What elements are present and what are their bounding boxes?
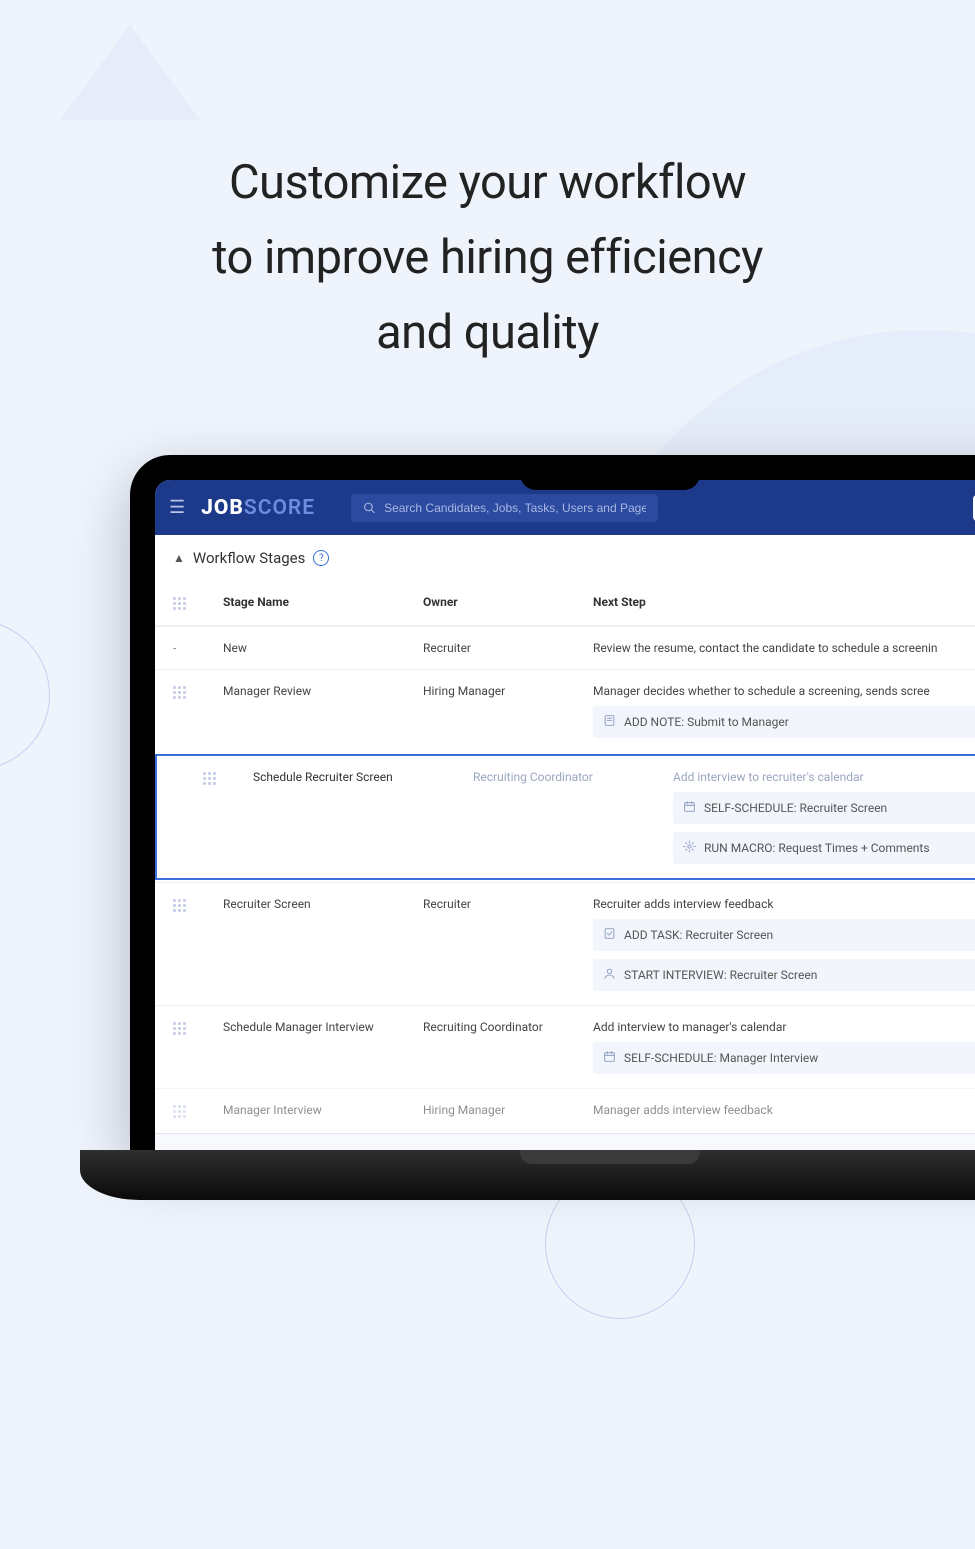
action-label: RUN MACRO: Request Times + Comments [704,841,930,855]
next-step-text: Manager adds interview feedback [593,1103,975,1117]
stage-name: Schedule Recruiter Screen [253,770,473,784]
table-row[interactable]: Manager ReviewHiring ManagerManager deci… [155,669,975,752]
workflow-action[interactable]: START INTERVIEW: Recruiter Screen [593,959,975,991]
stage-owner: Hiring Manager [423,1103,593,1117]
workflow-action[interactable]: RUN MACRO: Request Times + Comments [673,832,975,864]
hero-line-3: and quality [376,305,599,360]
drag-handle-icon [203,772,215,786]
drag-handle-icon [173,899,185,913]
stage-owner: Recruiting Coordinator [423,1020,593,1034]
action-label: ADD TASK: Recruiter Screen [624,928,773,942]
table-row[interactable]: -NewRecruiterReview the resume, contact … [155,626,975,669]
col-stage-name: Stage Name [223,595,423,609]
drag-handle[interactable] [173,1103,223,1119]
action-label: SELF-SCHEDULE: Manager Interview [624,1051,818,1065]
drag-handle[interactable] [173,684,223,700]
drag-handle[interactable] [203,770,253,786]
hero-line-2: to improve hiring efficiency [212,230,763,285]
person-icon [603,967,616,983]
section-header[interactable]: ▲ Workflow Stages ? [155,535,975,577]
workflow-table: Stage Name Owner Next Step -NewRecruiter… [155,577,975,1133]
stage-name: Schedule Manager Interview [223,1020,423,1034]
next-step-cell: Manager adds interview feedback [593,1103,975,1117]
menu-toggle-icon[interactable]: ☰ [169,497,185,518]
hero-line-1: Customize your workflow [229,155,746,210]
drag-handle[interactable] [173,1020,223,1036]
next-step-text: Add interview to recruiter's calendar [673,770,975,784]
decorative-circle-left [0,620,50,770]
col-drag [173,595,223,611]
drag-handle-icon [173,686,185,700]
next-step-cell: Manager decides whether to schedule a sc… [593,684,975,738]
next-step-cell: Add interview to manager's calendar SELF-… [593,1020,975,1074]
next-step-cell: Add interview to recruiter's calendar SEL… [673,770,975,864]
stage-owner: Recruiting Coordinator [473,770,673,784]
laptop-mockup: ☰ JOBSCORE in ▲ Workflow Stages ? [130,455,975,1200]
action-label: SELF-SCHEDULE: Recruiter Screen [704,801,887,815]
calendar-icon [683,800,696,816]
chevron-up-icon: ▲ [173,551,185,565]
stage-owner: Recruiter [423,641,593,655]
workflow-action[interactable]: ADD TASK: Recruiter Screen [593,919,975,951]
next-step-text: Manager decides whether to schedule a sc… [593,684,975,698]
app-logo[interactable]: JOBSCORE [201,496,315,520]
gear-icon [683,840,696,856]
col-next-step: Next Step [593,595,975,609]
next-step-text: Recruiter adds interview feedback [593,897,975,911]
stage-name: Manager Review [223,684,423,698]
table-footer: ▼ Expand All Cards [155,1133,975,1150]
app-screen: ☰ JOBSCORE in ▲ Workflow Stages ? [155,480,975,1150]
logo-light: SCORE [244,496,315,520]
stage-owner: Recruiter [423,897,593,911]
workflow-action[interactable]: SELF-SCHEDULE: Recruiter Screen [673,792,975,824]
table-row[interactable]: Recruiter ScreenRecruiterRecruiter adds … [155,882,975,1005]
stage-name: New [223,641,423,655]
table-row[interactable]: Manager InterviewHiring ManagerManager a… [155,1088,975,1133]
task-icon [603,927,616,943]
table-row[interactable]: Schedule Recruiter ScreenRecruiting Coor… [155,754,975,880]
workflow-action[interactable]: SELF-SCHEDULE: Manager Interview [593,1042,975,1074]
note-icon [603,714,616,730]
drag-disabled: - [173,641,223,655]
drag-handle-icon [173,1022,185,1036]
main-content: ▲ Workflow Stages ? Stage Name Owner Nex… [155,535,975,1150]
search-icon [363,501,376,515]
help-icon[interactable]: ? [313,550,329,566]
stage-name: Recruiter Screen [223,897,423,911]
table-header-row: Stage Name Owner Next Step [155,577,975,626]
laptop-base [80,1150,975,1200]
action-label: START INTERVIEW: Recruiter Screen [624,968,817,982]
col-owner: Owner [423,595,593,609]
drag-handle-icon [173,597,185,611]
workflow-action[interactable]: ADD NOTE: Submit to Manager [593,706,975,738]
next-step-cell: Recruiter adds interview feedback ADD TAS… [593,897,975,991]
stage-owner: Hiring Manager [423,684,593,698]
global-search[interactable] [351,494,658,522]
drag-handle-icon [173,1105,185,1119]
drag-handle[interactable] [173,897,223,913]
action-label: ADD NOTE: Submit to Manager [624,715,789,729]
next-step-text: Review the resume, contact the candidate… [593,641,975,655]
laptop-notch [520,455,700,490]
stage-name: Manager Interview [223,1103,423,1117]
search-input[interactable] [384,501,646,515]
calendar-icon [603,1050,616,1066]
logo-bold: JOB [201,496,244,520]
section-title: Workflow Stages [193,549,305,567]
next-step-text: Add interview to manager's calendar [593,1020,975,1034]
next-step-cell: Review the resume, contact the candidate… [593,641,975,655]
hero-heading: Customize your workflow to improve hirin… [0,0,975,370]
table-row[interactable]: Schedule Manager InterviewRecruiting Coo… [155,1005,975,1088]
